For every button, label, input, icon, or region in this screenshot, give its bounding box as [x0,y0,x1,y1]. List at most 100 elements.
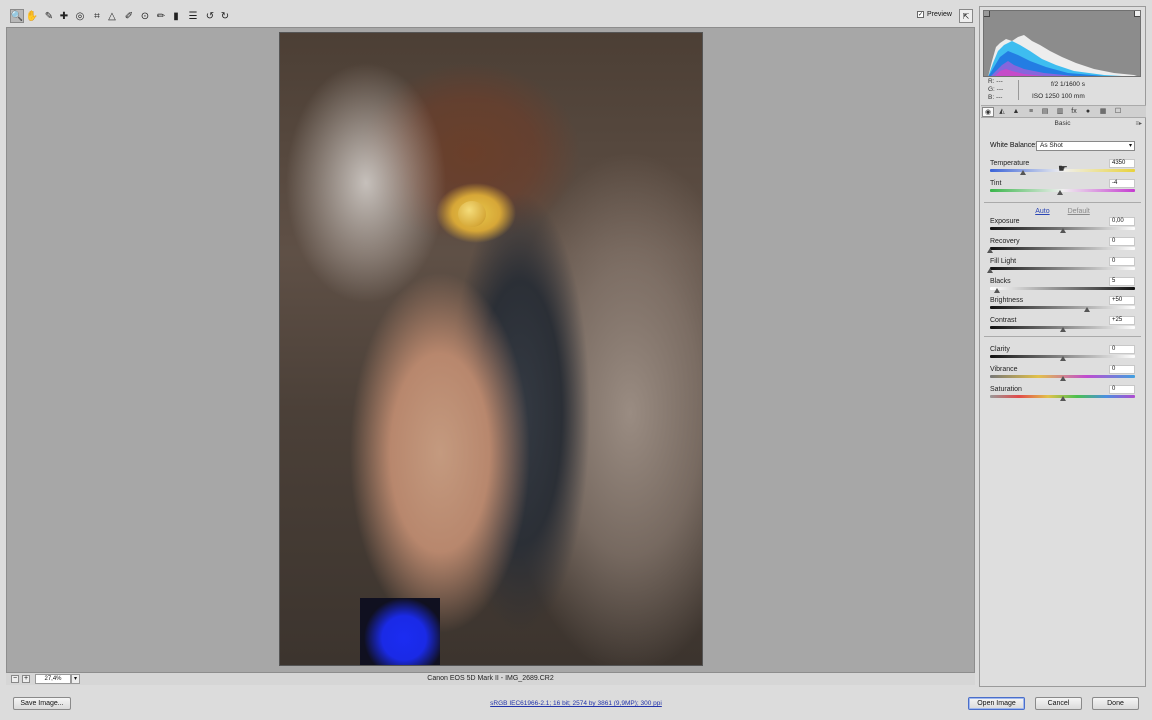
cancel-button[interactable]: Cancel [1035,697,1082,710]
hand-tool-icon[interactable]: ✋ [25,9,39,23]
preview-check-icon[interactable]: ✓ [917,11,924,18]
tab-lens-corrections[interactable]: ▥ [1054,107,1066,117]
image-info: R: --- G: --- B: --- f/2 1/1600 s ISO 12… [988,78,1138,104]
zoom-bar: − + 27,4% ▾ Canon EOS 5D Mark II - IMG_2… [6,673,975,685]
blacks-slider-track[interactable] [990,287,1135,290]
rgb-readout: R: --- G: --- B: --- [988,78,1003,102]
camera-raw-window: 🔍 ✋ ✎ ✚ ◎ ⌗ △ ✐ ⊙ ✏ ▮ ☰ ↺ ↻ ✓ Preview ⇱ … [0,0,1152,720]
open-image-button[interactable]: Open Image [968,697,1025,710]
saturation-label: Saturation [990,386,1022,393]
exposure-value-field[interactable]: 0,00 [1109,217,1135,226]
aperture-shutter: f/2 1/1600 s [1051,81,1085,88]
brightness-value-field[interactable]: +50 [1109,296,1135,305]
target-adjustment-tool-icon[interactable]: ◎ [73,9,87,23]
clarity-slider-row: Clarity 0 [990,345,1135,365]
saturation-slider-row: Saturation 0 [990,385,1135,405]
vibrance-slider-thumb[interactable] [1059,376,1066,381]
white-balance-value: As Shot [1040,142,1063,149]
g-readout: G: --- [988,86,1004,93]
camera-settings: f/2 1/1600 s ISO 1250 100 mm [1032,79,1085,103]
tab-effects[interactable]: fx [1068,107,1080,117]
exposure-slider-thumb[interactable] [1059,228,1066,233]
highlight-clipping-warning-toggle[interactable] [1134,11,1140,17]
temperature-value-field[interactable]: 4350 [1109,159,1135,168]
brightness-label: Brightness [990,297,1024,304]
saturation-slider-thumb[interactable] [1059,396,1066,401]
white-balance-tool-icon[interactable]: ✎ [42,9,56,23]
adjustment-brush-icon[interactable]: ✏ [154,9,168,23]
tab-split-toning[interactable]: ▤ [1039,107,1051,117]
file-title: Canon EOS 5D Mark II - IMG_2689.CR2 [427,675,554,682]
tab-snapshots[interactable]: ☐ [1112,107,1124,117]
contrast-label: Contrast [990,317,1017,324]
default-link[interactable]: Default [1068,208,1090,215]
temperature-label: Temperature [990,160,1030,167]
crop-tool-icon[interactable]: ⌗ [90,9,104,23]
graduated-filter-icon[interactable]: ▮ [169,9,183,23]
panel-tabs: ◉ ◭ ▲ ≡ ▤ ▥ fx ● ▦ ☐ [981,105,1146,118]
contrast-value-field[interactable]: +25 [1109,316,1135,325]
recovery-value-field[interactable]: 0 [1109,237,1135,246]
tab-presets[interactable]: ▦ [1097,107,1109,117]
white-balance-label: White Balance: [990,142,1038,149]
recovery-slider-track[interactable] [990,247,1135,250]
preview-label: Preview [927,11,952,18]
color-sampler-tool-icon[interactable]: ✚ [57,9,71,23]
recovery-label: Recovery [990,238,1020,245]
recovery-slider-thumb[interactable] [987,248,993,253]
straighten-tool-icon[interactable]: △ [105,9,119,23]
auto-default-links: Auto Default [980,208,1145,215]
tab-detail[interactable]: ▲ [1010,107,1022,117]
histogram-graph [984,11,1140,76]
tint-slider-thumb[interactable] [1056,190,1063,195]
brightness-slider-track[interactable] [990,306,1135,309]
preview-checkbox[interactable]: ✓ Preview [917,11,952,18]
contrast-slider-thumb[interactable] [1059,327,1066,332]
histogram [983,10,1141,77]
fill-light-slider-track[interactable] [990,267,1135,270]
done-button[interactable]: Done [1092,697,1139,710]
fullscreen-toggle-icon[interactable]: ⇱ [959,9,973,23]
toolbar: 🔍 ✋ ✎ ✚ ◎ ⌗ △ ✐ ⊙ ✏ ▮ ☰ ↺ ↻ ✓ Preview ⇱ [6,7,974,26]
tab-hsl[interactable]: ≡ [1025,107,1037,117]
photo-preview[interactable] [279,32,703,666]
blacks-value-field[interactable]: 5 [1109,277,1135,286]
rotate-ccw-icon[interactable]: ↺ [203,9,217,23]
exposure-slider-row: Exposure 0,00 [990,217,1135,237]
vibrance-label: Vibrance [990,366,1018,373]
tint-value-field[interactable]: -4 [1109,179,1135,188]
blacks-label: Blacks [990,278,1011,285]
tab-camera-calibration[interactable]: ● [1082,107,1094,117]
tint-label: Tint [990,180,1002,187]
preferences-icon[interactable]: ☰ [186,9,200,23]
saturation-value-field[interactable]: 0 [1109,385,1135,394]
tab-basic[interactable]: ◉ [982,107,994,117]
fill-light-value-field[interactable]: 0 [1109,257,1135,266]
shadow-clipping-warning-toggle[interactable] [984,11,990,17]
tab-tone-curve[interactable]: ◭ [996,107,1008,117]
r-readout: R: --- [988,78,1003,85]
clarity-value-field[interactable]: 0 [1109,345,1135,354]
white-balance-select[interactable]: As Shot ▾ [1036,141,1135,151]
section-divider [984,202,1141,203]
bottom-bar: Save Image... sRGB IEC61966-2.1; 16 bit;… [0,690,1152,720]
brightness-slider-thumb[interactable] [1084,307,1091,312]
tint-slider-row: Tint -4 [990,179,1135,199]
blacks-slider-thumb[interactable] [994,288,1001,293]
b-readout: B: --- [988,94,1003,101]
clarity-slider-thumb[interactable] [1059,356,1066,361]
zoom-tool-icon[interactable]: 🔍 [10,9,24,23]
vibrance-value-field[interactable]: 0 [1109,365,1135,374]
auto-link[interactable]: Auto [1035,208,1049,215]
fill-light-label: Fill Light [990,258,1017,265]
rotate-cw-icon[interactable]: ↻ [218,9,232,23]
blacks-slider-row: Blacks 5 [990,277,1135,297]
temperature-slider-thumb[interactable] [1020,170,1027,175]
spot-removal-tool-icon[interactable]: ✐ [122,9,136,23]
shadow-clipping-overlay [360,598,440,665]
fill-light-slider-thumb[interactable] [987,268,993,273]
red-eye-tool-icon[interactable]: ⊙ [138,9,152,23]
section-menu-icon[interactable]: ≡▸ [1135,120,1142,127]
info-divider [1018,80,1019,100]
image-preview-area[interactable] [6,27,975,673]
